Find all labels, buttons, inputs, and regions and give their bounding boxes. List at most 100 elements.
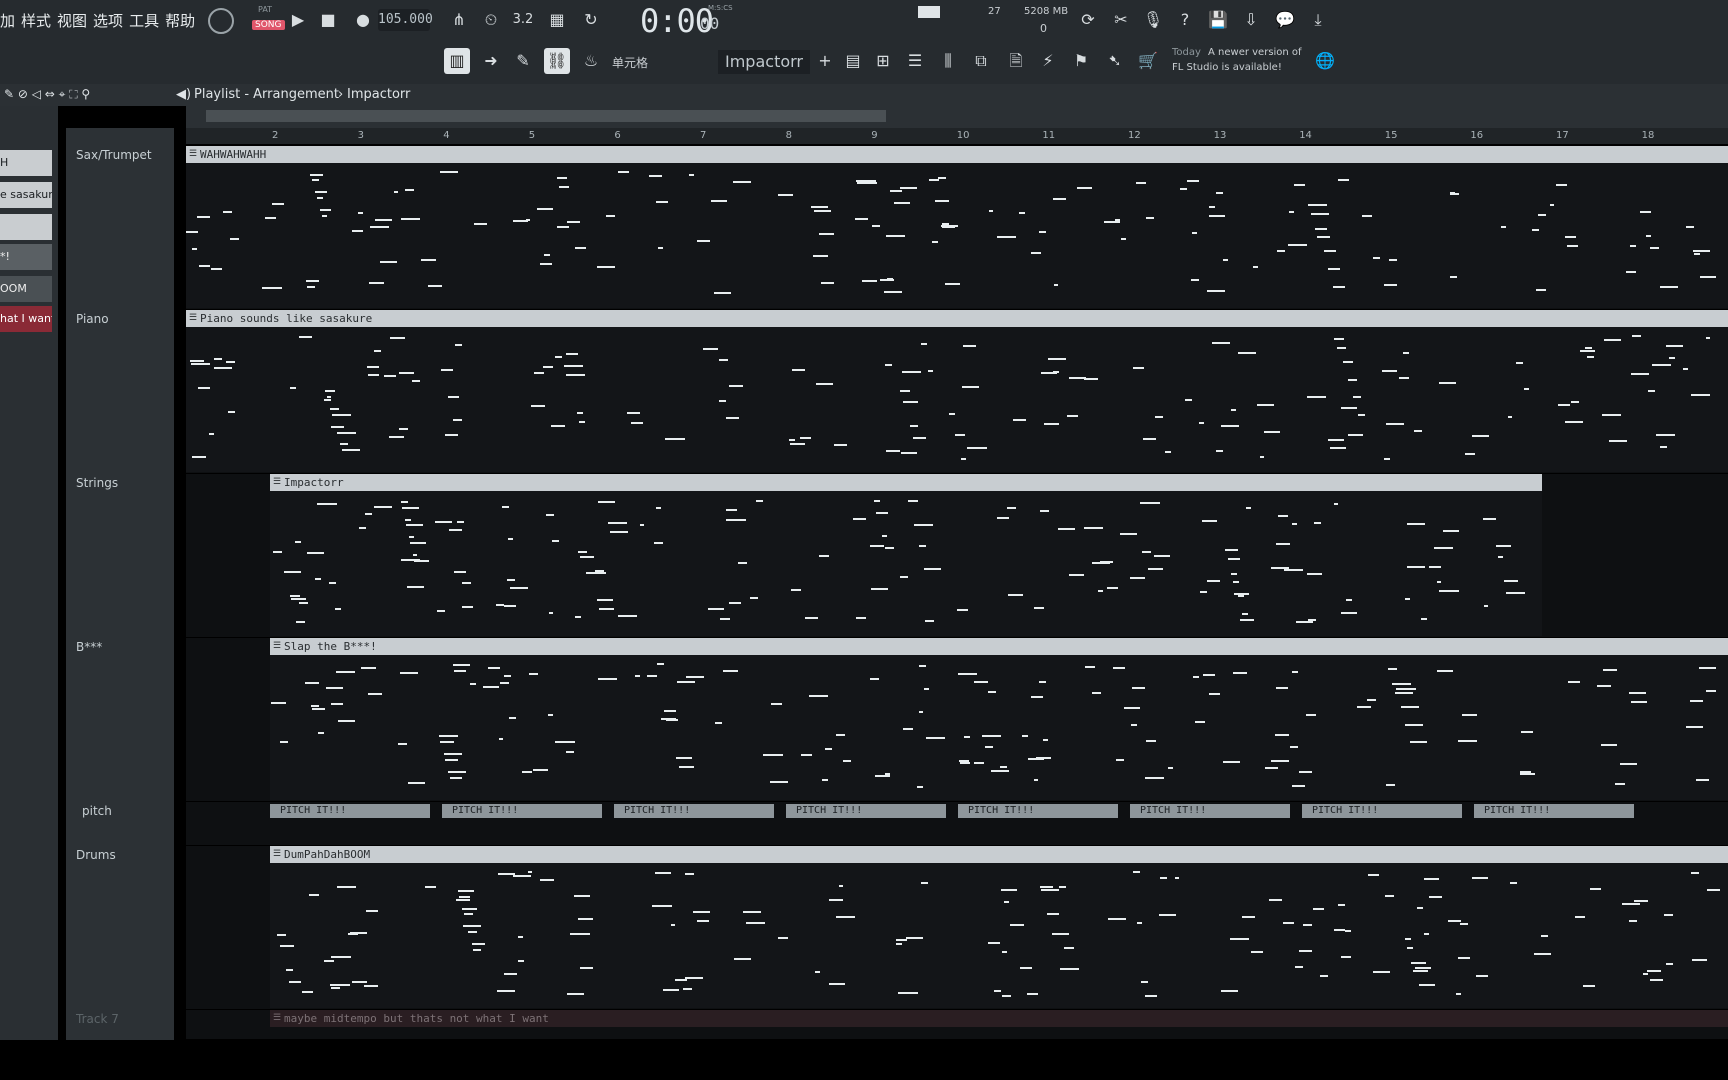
- refresh-icon[interactable]: ⟳: [1075, 7, 1101, 33]
- browser-item[interactable]: [0, 214, 52, 240]
- pitch-clip[interactable]: PITCH IT!!!: [442, 804, 602, 818]
- toolbar-tools-icon[interactable]: ✎ ⊘ ◁ ⇔ ⌖ ⛶ ⚲: [4, 87, 90, 102]
- help-icon[interactable]: ?: [1172, 7, 1198, 33]
- clip-header[interactable]: WAHWAHWAHH: [186, 146, 1728, 163]
- clip-body[interactable]: [186, 327, 1728, 472]
- track-name-piano[interactable]: Piano: [76, 312, 109, 326]
- track-lane[interactable]: Impactorr: [186, 474, 1728, 637]
- cart-icon[interactable]: 🛒: [1135, 48, 1161, 74]
- globe-icon[interactable]: 🌐: [1312, 48, 1338, 74]
- menu-add[interactable]: 加: [0, 10, 15, 31]
- clip-header[interactable]: Slap the B***!: [270, 638, 1728, 655]
- pitch-clip[interactable]: PITCH IT!!!: [1302, 804, 1462, 818]
- metronome-icon[interactable]: ⋔: [446, 7, 472, 33]
- pitch-clip[interactable]: PITCH IT!!!: [1130, 804, 1290, 818]
- midi-note: [1388, 258, 1398, 261]
- clip-body[interactable]: [270, 655, 1728, 800]
- pat-label[interactable]: PAT: [258, 5, 272, 14]
- track-lane[interactable]: WAHWAHWAHH: [186, 146, 1728, 309]
- mic-icon[interactable]: 🎙: [1140, 7, 1166, 33]
- pitch-clip[interactable]: PITCH IT!!!: [958, 804, 1118, 818]
- export-icon[interactable]: ⇩: [1238, 7, 1264, 33]
- record-icon[interactable]: ●: [350, 7, 376, 33]
- midi-note: [1123, 707, 1141, 710]
- track-lane[interactable]: maybe midtempo but thats not what I want: [186, 1010, 1728, 1039]
- pitch-clip[interactable]: PITCH IT!!!: [1474, 804, 1634, 818]
- file-icon[interactable]: 🗎: [1003, 48, 1029, 74]
- add-pattern-button[interactable]: +: [812, 48, 838, 74]
- stamp-icon[interactable]: ♨: [578, 48, 604, 74]
- speaker-icon[interactable]: ◀): [176, 87, 191, 102]
- master-volume-knob[interactable]: [208, 8, 234, 34]
- plugin-icon[interactable]: ⚡: [1035, 48, 1061, 74]
- channel-rack-icon[interactable]: ⊞: [870, 48, 896, 74]
- browser-item[interactable]: OOM: [0, 276, 52, 302]
- browser-icon[interactable]: ⧉: [968, 48, 994, 74]
- menu-tools[interactable]: 工具: [129, 10, 159, 31]
- horizontal-scrollbar[interactable]: [206, 110, 886, 122]
- midi-note: [367, 693, 382, 696]
- download-icon[interactable]: ⤓: [1305, 7, 1331, 33]
- cut-icon[interactable]: ✂: [1108, 7, 1134, 33]
- breadcrumb-root[interactable]: Playlist - Arrangement: [194, 87, 339, 102]
- play-icon[interactable]: ▶: [285, 7, 311, 33]
- mixer-icon[interactable]: ☰: [902, 48, 928, 74]
- track-lane[interactable]: DumPahDahBOOM: [186, 846, 1728, 1009]
- chat-icon[interactable]: 💬: [1272, 7, 1298, 33]
- mixer-sliders-icon[interactable]: ⫼: [935, 48, 961, 74]
- clip-header[interactable]: maybe midtempo but thats not what I want: [270, 1010, 1728, 1027]
- menu-help[interactable]: 帮助: [165, 10, 195, 31]
- track-name-pitch[interactable]: pitch: [82, 804, 112, 818]
- save-icon[interactable]: 💾: [1205, 7, 1231, 33]
- track-lane[interactable]: Piano sounds like sasakure: [186, 310, 1728, 473]
- midi-note: [1333, 285, 1345, 288]
- playlist-icon[interactable]: ▤: [840, 48, 866, 74]
- menu-view[interactable]: 视图: [57, 10, 87, 31]
- arrow-icon[interactable]: ➜: [478, 48, 504, 74]
- snap-label[interactable]: 单元格: [612, 54, 648, 71]
- clip-header[interactable]: DumPahDahBOOM: [270, 846, 1728, 863]
- piano-roll-icon[interactable]: ▥: [444, 48, 470, 74]
- clip-header[interactable]: Impactorr: [270, 474, 1542, 491]
- track-lane[interactable]: PITCH IT!!! PITCH IT!!! PITCH IT!!! PITCH I…: [186, 802, 1728, 845]
- browser-item[interactable]: *!: [0, 244, 52, 270]
- pitch-clip[interactable]: PITCH IT!!!: [270, 804, 430, 818]
- browser-item[interactable]: hat I want: [0, 306, 52, 332]
- pitch-clip[interactable]: PITCH IT!!!: [786, 804, 946, 818]
- notice-line1[interactable]: A newer version of: [1208, 47, 1302, 58]
- pencil-icon[interactable]: ✎: [510, 48, 536, 74]
- loop-record-icon[interactable]: ↻: [578, 7, 604, 33]
- link-icon[interactable]: ⛓: [544, 48, 570, 74]
- menu-patterns[interactable]: 样式: [21, 10, 51, 31]
- browser-item[interactable]: H: [0, 150, 52, 176]
- pitch-clip[interactable]: PITCH IT!!!: [614, 804, 774, 818]
- tempo-display[interactable]: 105.000: [378, 9, 433, 31]
- menu-options[interactable]: 选项: [93, 10, 123, 31]
- midi-note: [903, 401, 919, 404]
- clip-body[interactable]: [270, 491, 1542, 636]
- hint-icon[interactable]: ➷: [1102, 48, 1128, 74]
- track-name-strings[interactable]: Strings: [76, 476, 118, 490]
- midi-note: [312, 708, 325, 711]
- track-name-track7[interactable]: Track 7: [76, 1012, 119, 1026]
- time-format-label[interactable]: M:S:CS: [708, 4, 733, 12]
- song-mode-button[interactable]: SONG: [252, 20, 285, 30]
- wait-record-icon[interactable]: ⏲: [478, 7, 504, 33]
- clip-body[interactable]: [270, 863, 1728, 1008]
- tempo-tap-icon[interactable]: ⚑: [1068, 48, 1094, 74]
- clip-body[interactable]: [186, 163, 1728, 308]
- pattern-selector[interactable]: Impactorr: [718, 50, 810, 74]
- stop-icon[interactable]: ■: [315, 7, 341, 33]
- track-name-sax[interactable]: Sax/Trumpet: [76, 148, 152, 162]
- countdown-icon[interactable]: 3.2: [510, 7, 536, 33]
- clip-header[interactable]: Piano sounds like sasakure: [186, 310, 1728, 327]
- notice-line2[interactable]: FL Studio is available!: [1172, 62, 1282, 73]
- track-name-drums[interactable]: Drums: [76, 848, 116, 862]
- timeline-ruler[interactable]: 2 3 4 5 6 7 8 9 10 11 12 13 14 15 16 17 18: [186, 128, 1728, 144]
- midi-note: [674, 979, 688, 982]
- track-name-b[interactable]: B***: [76, 640, 102, 654]
- step-edit-icon[interactable]: ▦: [544, 7, 570, 33]
- browser-item[interactable]: e sasakure: [0, 182, 52, 208]
- breadcrumb-item[interactable]: Impactorr: [347, 87, 410, 102]
- track-lane[interactable]: Slap the B***!: [186, 638, 1728, 801]
